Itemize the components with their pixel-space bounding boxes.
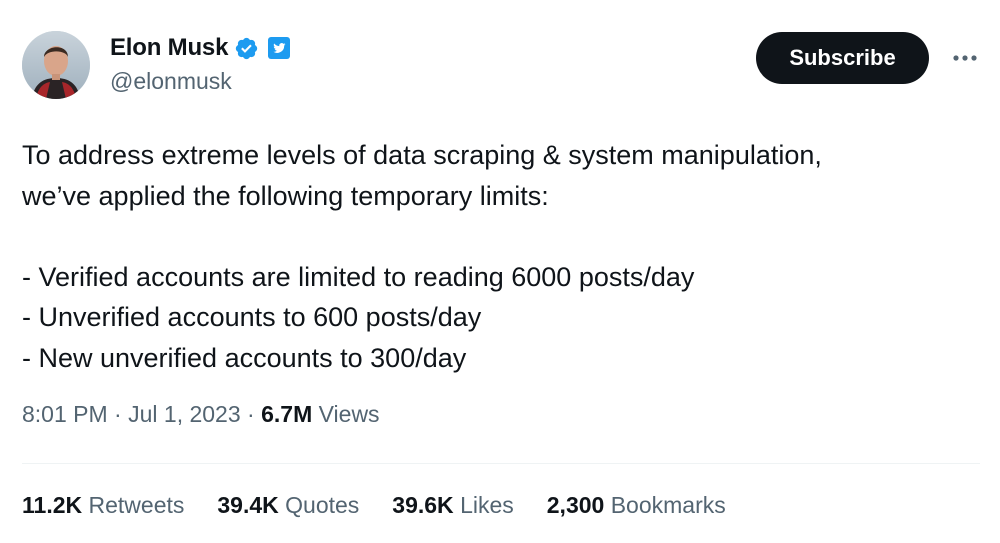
twitter-bird-icon[interactable] [267, 36, 291, 60]
divider [22, 463, 980, 464]
engagement-stats: 11.2K Retweets 39.4K Quotes 39.6K Likes … [22, 492, 726, 519]
views-label: Views [318, 401, 380, 427]
retweets-stat[interactable]: 11.2K Retweets [22, 492, 184, 519]
profile-photo-icon [22, 31, 90, 99]
likes-count: 39.6K [392, 492, 454, 518]
tweet-text: To address extreme levels of data scrapi… [22, 135, 962, 378]
tweet-date[interactable]: Jul 1, 2023 [128, 401, 241, 427]
subscribe-button[interactable]: Subscribe [756, 32, 929, 84]
author-handle[interactable]: @elonmusk [110, 68, 232, 95]
tweet-line: - New unverified accounts to 300/day [22, 342, 467, 373]
quotes-label: Quotes [285, 492, 360, 518]
tweet-card: Elon Musk @elonmusk Subscribe To address… [0, 0, 1000, 543]
tweet-time[interactable]: 8:01 PM [22, 401, 108, 427]
tweet-line: we’ve applied the following temporary li… [22, 180, 549, 211]
avatar[interactable] [22, 31, 90, 99]
more-options-icon[interactable] [948, 44, 982, 72]
meta-separator: · [247, 401, 255, 427]
author-name[interactable]: Elon Musk [110, 34, 228, 62]
meta-separator: · [114, 401, 122, 427]
tweet-meta: 8:01 PM · Jul 1, 2023 · 6.7M Views [22, 401, 380, 428]
retweets-label: Retweets [88, 492, 185, 518]
quotes-stat[interactable]: 39.4K Quotes [217, 492, 359, 519]
author-name-row: Elon Musk [110, 34, 291, 62]
bookmarks-label: Bookmarks [610, 492, 726, 518]
likes-stat[interactable]: 39.6K Likes [392, 492, 513, 519]
retweets-count: 11.2K [22, 492, 83, 518]
tweet-line: To address extreme levels of data scrapi… [22, 140, 822, 170]
likes-label: Likes [460, 492, 514, 518]
verified-badge-icon[interactable] [234, 36, 259, 61]
tweet-line: - Unverified accounts to 600 posts/day [22, 302, 482, 332]
bookmarks-stat[interactable]: 2,300 Bookmarks [547, 492, 726, 519]
bookmarks-count: 2,300 [546, 492, 605, 518]
quotes-count: 39.4K [217, 492, 279, 518]
views-count: 6.7M [261, 401, 313, 427]
tweet-line: - Verified accounts are limited to readi… [22, 261, 695, 292]
